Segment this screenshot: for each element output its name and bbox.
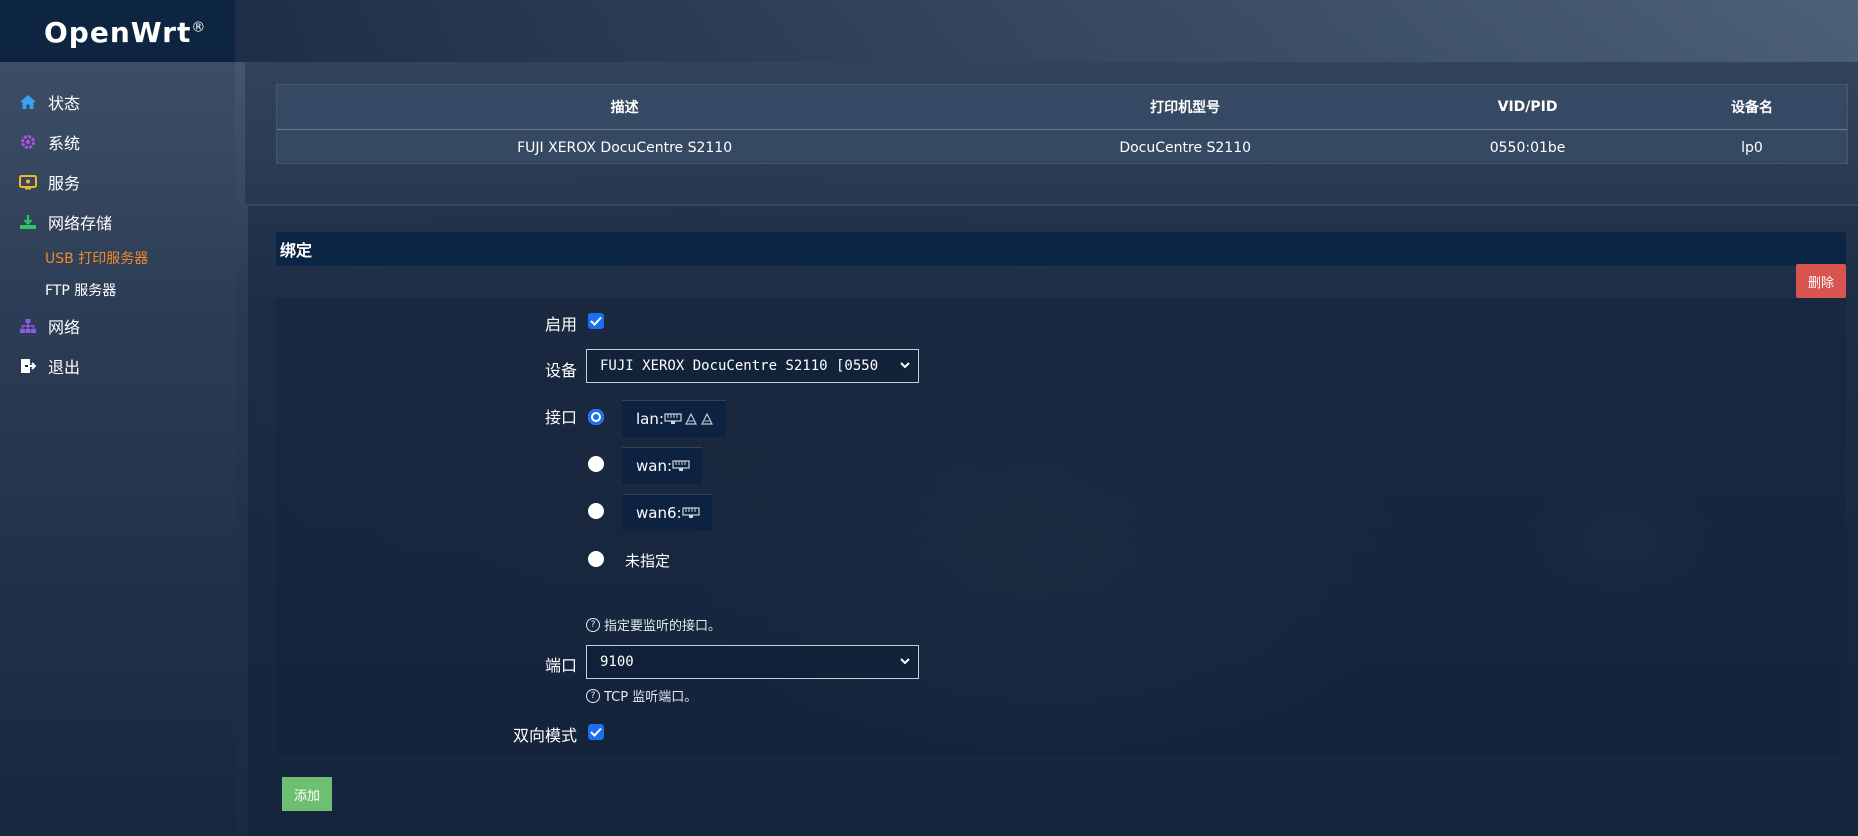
- ethernet-port-icon: [664, 413, 682, 424]
- port-select[interactable]: 9100: [586, 645, 919, 679]
- storage-icon: [18, 212, 38, 232]
- logo-text: OpenWrt: [44, 16, 192, 49]
- port-help-text: ? TCP 监听端口。: [586, 686, 697, 705]
- port-select-value: 9100: [600, 654, 634, 670]
- table-row: FUJI XEROX DocuCentre S2110 DocuCentre S…: [277, 130, 1847, 167]
- sidebar-subitem-label: USB 打印服务器: [45, 251, 149, 267]
- logo-bar: OpenWrt®: [0, 0, 235, 62]
- column-header-vid-pid: VID/PID: [1398, 85, 1657, 130]
- section-title-text: 绑定: [280, 241, 313, 260]
- port-label: 端口: [544, 656, 577, 675]
- sidebar-item-system[interactable]: 系统: [0, 122, 235, 162]
- checkmark-icon: [590, 316, 602, 326]
- cell-description: FUJI XEROX DocuCentre S2110: [517, 140, 733, 156]
- column-header-device-name: 设备名: [1657, 85, 1847, 130]
- interface-option-label: lan:: [636, 410, 664, 428]
- question-icon: ?: [586, 617, 600, 632]
- interface-option-label: wan6:: [636, 504, 682, 522]
- sidebar-item-label: 网络: [48, 318, 81, 337]
- device-select[interactable]: FUJI XEROX DocuCentre S2110 [0550: [586, 349, 919, 383]
- binding-section-title: 绑定: [276, 232, 1846, 266]
- interface-option-unspecified[interactable]: 未指定: [625, 550, 670, 571]
- sidebar: 状态 系统 服务 网络存储 USB 打印服务器 FTP 服务器 网络 退出: [0, 62, 235, 836]
- column-header-model: 打印机型号: [972, 85, 1399, 130]
- ethernet-port-icon: [681, 507, 700, 518]
- delete-button[interactable]: 删除: [1796, 264, 1846, 298]
- wireless-ap-icon: [684, 413, 697, 425]
- checkmark-icon: [590, 727, 602, 737]
- chevron-down-icon: [900, 362, 910, 369]
- bidirectional-checkbox[interactable]: [588, 724, 604, 740]
- sidebar-item-logout[interactable]: 退出: [0, 346, 235, 386]
- sidebar-item-label: 系统: [48, 134, 81, 153]
- sidebar-item-label: 退出: [48, 358, 81, 377]
- chevron-down-icon: [900, 658, 910, 665]
- question-icon: ?: [586, 688, 600, 703]
- interface-radio-wan[interactable]: [588, 456, 604, 472]
- cell-model: DocuCentre S2110: [1119, 140, 1252, 156]
- cell-vid-pid: 0550:01be: [1489, 140, 1566, 156]
- sidebar-item-storage[interactable]: 网络存储: [0, 202, 235, 242]
- gear-icon: [18, 132, 38, 152]
- enable-label: 启用: [544, 315, 577, 334]
- interface-help-text: ? 指定要监听的接口。: [586, 615, 721, 634]
- registered-mark: ®: [191, 19, 207, 36]
- interface-option-lan[interactable]: lan:: [622, 400, 726, 437]
- sidebar-nav: 状态 系统 服务 网络存储 USB 打印服务器 FTP 服务器 网络 退出: [0, 82, 235, 386]
- enable-checkbox[interactable]: [588, 313, 604, 329]
- ethernet-port-icon: [672, 460, 690, 471]
- wireless-ap-icon: [700, 413, 713, 425]
- interface-radio-wan6[interactable]: [588, 503, 604, 519]
- sidebar-subitem-label: FTP 服务器: [45, 283, 117, 299]
- interface-option-label: wan:: [636, 457, 673, 475]
- table-header-row: 描述 打印机型号 VID/PID 设备名: [277, 85, 1847, 130]
- logout-icon: [18, 356, 38, 376]
- bidirectional-label: 双向模式: [512, 726, 577, 745]
- sidebar-item-services[interactable]: 服务: [0, 162, 235, 202]
- add-button[interactable]: 添加: [282, 777, 332, 811]
- services-icon: [18, 172, 38, 192]
- sidebar-item-label: 网络存储: [48, 214, 113, 233]
- sidebar-item-label: 服务: [48, 174, 81, 193]
- interface-radio-unspecified[interactable]: [588, 551, 604, 567]
- column-header-description: 描述: [277, 85, 973, 130]
- cell-device-name: lp0: [1741, 140, 1763, 156]
- network-icon: [18, 316, 38, 336]
- interface-option-wan6[interactable]: wan6:: [622, 494, 712, 531]
- interface-radio-lan[interactable]: [588, 409, 604, 425]
- top-bar: [235, 0, 1858, 62]
- port-help-label: TCP 监听端口。: [604, 690, 698, 705]
- interface-label: 接口: [544, 408, 577, 427]
- sidebar-item-label: 状态: [48, 94, 81, 113]
- sidebar-item-status[interactable]: 状态: [0, 82, 235, 122]
- sidebar-item-network[interactable]: 网络: [0, 306, 235, 346]
- printers-table: 描述 打印机型号 VID/PID 设备名 FUJI XEROX DocuCent…: [276, 84, 1848, 164]
- openwrt-logo[interactable]: OpenWrt®: [44, 16, 206, 49]
- sidebar-subitem-ftp[interactable]: FTP 服务器: [0, 274, 235, 306]
- interface-help-label: 指定要监听的接口。: [604, 619, 722, 634]
- home-icon: [18, 92, 38, 112]
- device-select-value: FUJI XEROX DocuCentre S2110 [0550: [600, 358, 879, 374]
- sidebar-subitem-usb-printer[interactable]: USB 打印服务器: [0, 242, 235, 274]
- interface-option-wan[interactable]: wan:: [622, 447, 703, 484]
- device-label: 设备: [544, 361, 577, 380]
